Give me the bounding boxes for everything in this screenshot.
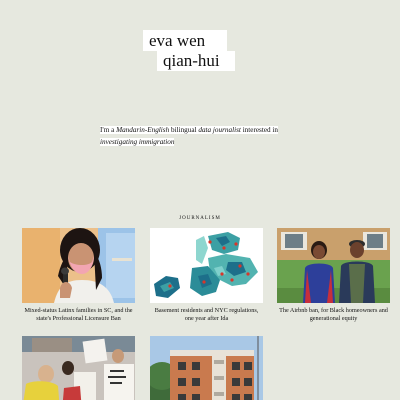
intro-role: data journalist bbox=[198, 126, 241, 134]
name-line-1: eva wen bbox=[143, 30, 227, 51]
article-thumbnail-nyc-map[interactable] bbox=[150, 228, 263, 303]
intro-language: Mandarin-English bbox=[116, 126, 170, 134]
article-thumbnail-homeowners-photo[interactable] bbox=[277, 228, 390, 303]
intro-middle-1: bilingual bbox=[169, 126, 199, 134]
article-caption[interactable]: Mixed-status Latinx families in SC, and … bbox=[22, 307, 135, 323]
intro-middle-2: interested in bbox=[240, 126, 279, 134]
article-card-licensure-ban[interactable]: Mixed-status Latinx families in SC, and … bbox=[22, 228, 135, 323]
article-caption[interactable]: Basement residents and NYC regulations, … bbox=[150, 307, 263, 323]
section-journalism-label: JOURNALISM bbox=[179, 216, 221, 221]
article-thumbnail-speaker-photo[interactable] bbox=[22, 228, 135, 303]
article-card-protest[interactable] bbox=[22, 336, 135, 400]
article-thumbnail-building-photo[interactable] bbox=[150, 336, 263, 400]
intro-text: I'm a Mandarin-English bilingual data jo… bbox=[100, 124, 290, 148]
article-thumbnail-protest-photo[interactable] bbox=[22, 336, 135, 400]
intro-interest: investigating immigration bbox=[100, 138, 175, 146]
article-card-apartment[interactable] bbox=[150, 336, 263, 400]
name-line-2: qian-hui bbox=[157, 51, 235, 71]
article-caption[interactable]: The Airbnb ban, for Black homeowners and… bbox=[277, 307, 390, 323]
article-card-basement-residents[interactable]: Basement residents and NYC regulations, … bbox=[150, 228, 263, 323]
intro-prefix: I'm a bbox=[100, 126, 117, 134]
article-card-airbnb-ban[interactable]: The Airbnb ban, for Black homeowners and… bbox=[277, 228, 390, 323]
portfolio-page: eva wen qian-hui I'm a Mandarin-English … bbox=[0, 0, 400, 400]
